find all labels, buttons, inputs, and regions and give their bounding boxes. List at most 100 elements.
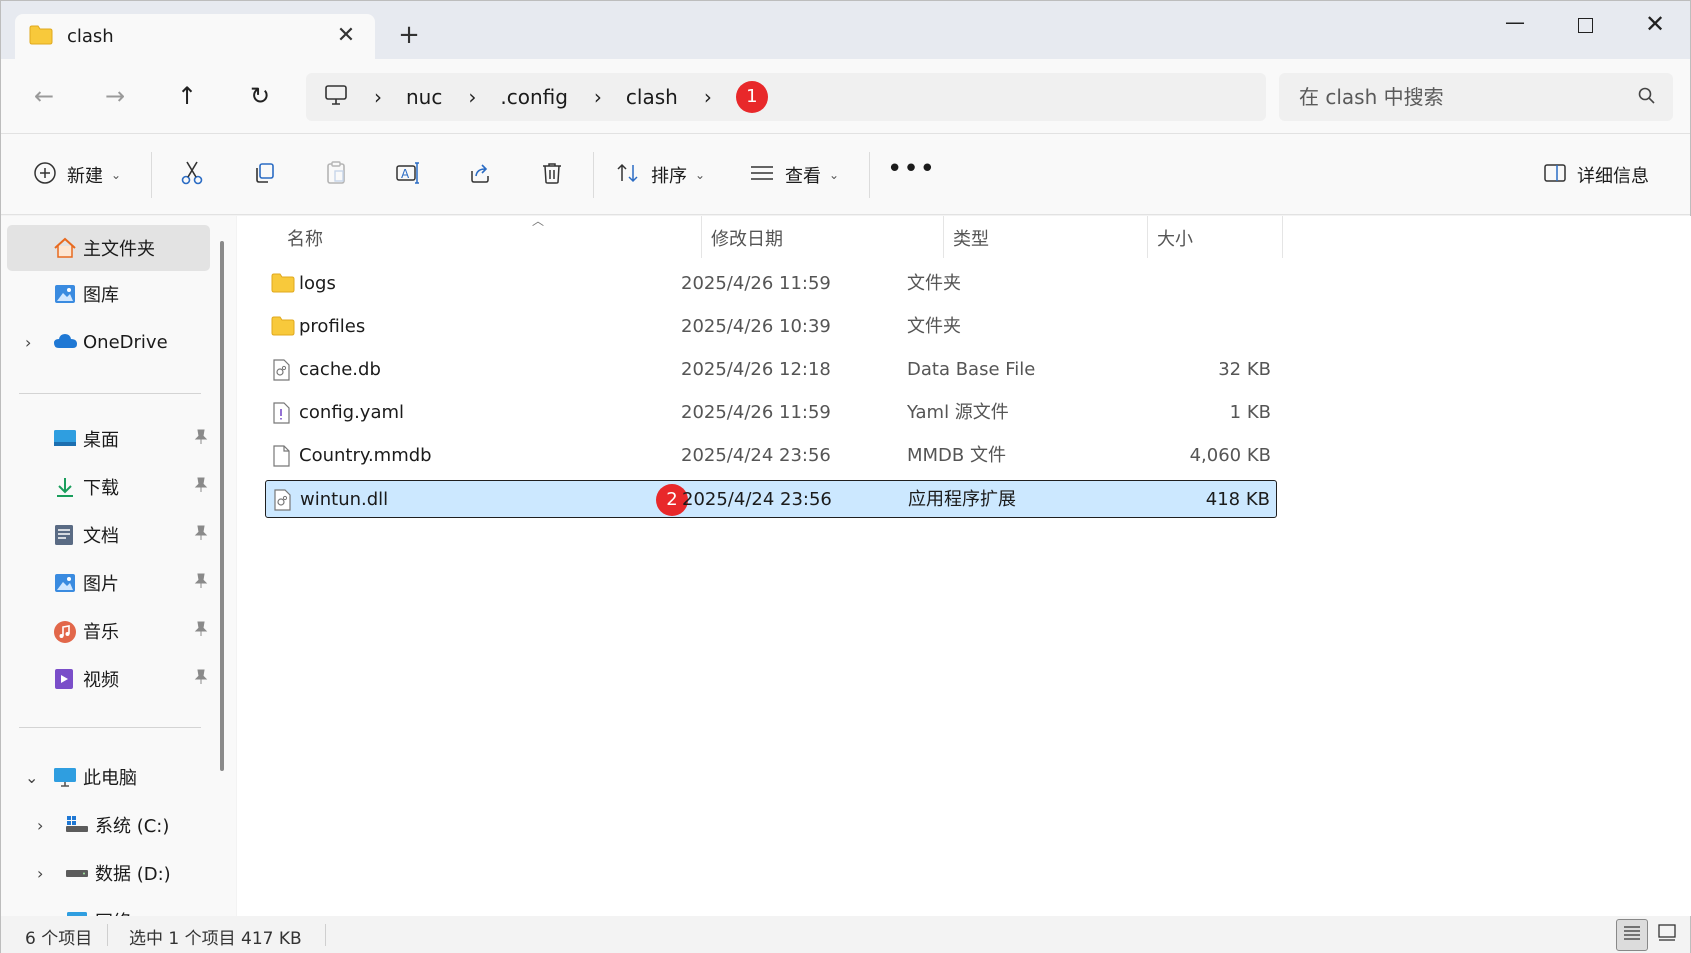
column-header-label: 大小	[1157, 229, 1193, 250]
cut-button[interactable]	[171, 154, 213, 196]
column-header-label: 类型	[953, 229, 989, 250]
desktop-icon	[53, 428, 77, 453]
search-box[interactable]	[1279, 73, 1673, 121]
pin-icon[interactable]	[194, 429, 208, 449]
sidebar-item-pictures[interactable]: 图片	[7, 560, 210, 606]
pin-icon[interactable]	[194, 669, 208, 689]
up-button[interactable]: ↑	[167, 77, 207, 117]
tiles-view-button[interactable]	[1651, 919, 1683, 951]
file-name: Country.mmdb	[299, 445, 432, 466]
column-header-date[interactable]: 修改日期	[711, 216, 931, 260]
sidebar-item-documents[interactable]: 文档	[7, 512, 210, 558]
breadcrumb-separator[interactable]: ›	[468, 85, 476, 109]
tab-clash[interactable]: clash ✕	[15, 14, 375, 59]
file-row[interactable]: config.yaml 2025/4/26 11:59 Yaml 源文件 1 K…	[265, 394, 1277, 432]
search-icon[interactable]	[1637, 86, 1657, 110]
forward-button[interactable]: →	[95, 77, 135, 117]
column-divider[interactable]	[1147, 216, 1148, 258]
chevron-right-icon[interactable]: ›	[25, 333, 31, 352]
share-button[interactable]	[459, 154, 501, 196]
column-header-name[interactable]: ︿ 名称	[287, 214, 687, 260]
details-pane-button[interactable]: 详细信息	[1543, 154, 1649, 196]
folder-icon	[271, 316, 295, 338]
column-divider[interactable]	[943, 216, 944, 258]
sidebar-item-drive-c[interactable]: › 系统 (C:)	[7, 802, 210, 848]
chevron-right-icon[interactable]: ›	[37, 816, 43, 835]
tiles-view-icon	[1657, 923, 1677, 947]
rename-icon: A	[395, 161, 421, 189]
minimize-button[interactable]: —	[1487, 9, 1543, 41]
refresh-button[interactable]: ↻	[240, 77, 280, 117]
sidebar-item-downloads[interactable]: 下载	[7, 464, 210, 510]
file-size: 32 KB	[1218, 359, 1271, 380]
rename-button[interactable]: A	[387, 154, 429, 196]
column-header-label: 名称	[287, 229, 323, 250]
breadcrumb-separator[interactable]: ›	[704, 85, 712, 109]
sidebar-item-this-pc[interactable]: ⌄ 此电脑	[7, 754, 210, 800]
breadcrumb-nuc[interactable]: nuc	[406, 85, 442, 109]
sidebar-item-label: 主文件夹	[83, 239, 155, 260]
home-icon	[53, 237, 77, 264]
chevron-down-icon[interactable]: ⌄	[25, 768, 38, 787]
column-divider[interactable]	[701, 216, 702, 258]
address-bar[interactable]: › nuc › .config › clash › 1	[306, 73, 1266, 121]
pin-icon[interactable]	[194, 621, 208, 641]
new-button[interactable]: 新建 ⌄	[33, 154, 121, 196]
file-row[interactable]: cache.db 2025/4/26 12:18 Data Base File …	[265, 351, 1277, 389]
search-input[interactable]	[1299, 85, 1619, 109]
sort-ascending-icon: ︿	[532, 214, 545, 228]
file-type: Data Base File	[907, 359, 1036, 380]
folder-icon	[29, 25, 53, 49]
command-bar: 新建 ⌄ A 排序 ⌄ 查看 ⌄ ••• 详细信息	[1, 133, 1690, 215]
sidebar-item-label: 图库	[83, 285, 119, 306]
sidebar-item-label: 视频	[83, 670, 119, 691]
delete-button[interactable]	[531, 154, 573, 196]
sidebar-item-network[interactable]: › 网络	[7, 898, 210, 916]
sidebar-item-videos[interactable]: 视频	[7, 656, 210, 702]
sidebar-item-home[interactable]: 主文件夹	[7, 225, 210, 271]
annotation-badge: 1	[735, 81, 768, 113]
file-row[interactable]: logs 2025/4/26 11:59 文件夹	[265, 265, 1277, 303]
more-options-button[interactable]: •••	[887, 154, 935, 196]
view-button[interactable]: 查看 ⌄	[749, 154, 839, 196]
maximize-button[interactable]	[1557, 9, 1613, 41]
file-row[interactable]: Country.mmdb 2025/4/24 23:56 MMDB 文件 4,0…	[265, 437, 1277, 475]
sidebar-item-desktop[interactable]: 桌面	[7, 416, 210, 462]
sidebar-item-drive-d[interactable]: › 数据 (D:)	[7, 850, 210, 896]
paste-button[interactable]	[315, 154, 357, 196]
sort-label: 排序	[651, 166, 687, 187]
file-row-selected[interactable]: wintun.dll 2 2025/4/24 23:56 应用程序扩展 418 …	[265, 480, 1277, 518]
new-tab-button[interactable]: +	[393, 21, 425, 53]
tab-close-icon[interactable]: ✕	[333, 24, 359, 50]
chevron-right-icon[interactable]: ›	[37, 864, 43, 883]
sort-button[interactable]: 排序 ⌄	[615, 154, 705, 196]
file-type: Yaml 源文件	[907, 402, 1009, 423]
sidebar-scrollbar[interactable]	[220, 241, 224, 771]
breadcrumb-separator[interactable]: ›	[374, 85, 382, 109]
computer-icon[interactable]	[324, 84, 348, 111]
file-date: 2025/4/24 23:56	[682, 489, 832, 510]
column-header-type[interactable]: 类型	[953, 216, 1143, 260]
back-button[interactable]: ←	[24, 77, 64, 117]
tab-title: clash	[67, 26, 114, 47]
copy-button[interactable]	[243, 154, 285, 196]
file-name: config.yaml	[299, 402, 405, 423]
pin-icon[interactable]	[194, 525, 208, 545]
breadcrumb-clash[interactable]: clash	[626, 85, 678, 109]
sidebar-item-music[interactable]: 音乐	[7, 608, 210, 654]
sidebar-item-onedrive[interactable]: › OneDrive	[7, 319, 210, 365]
pin-icon[interactable]	[194, 477, 208, 497]
explorer-window: clash ✕ + — ✕ ← → ↑ ↻ › nuc › .config › …	[0, 0, 1691, 953]
view-label: 查看	[785, 166, 821, 187]
pin-icon[interactable]	[194, 573, 208, 593]
file-icon	[271, 445, 291, 467]
file-row[interactable]: profiles 2025/4/26 10:39 文件夹	[265, 308, 1277, 346]
sidebar-item-gallery[interactable]: 图库	[7, 271, 210, 317]
column-divider[interactable]	[1282, 216, 1283, 258]
column-header-size[interactable]: 大小	[1157, 216, 1277, 260]
details-view-button[interactable]	[1616, 919, 1648, 951]
breadcrumb-config[interactable]: .config	[500, 85, 568, 109]
close-window-button[interactable]: ✕	[1627, 9, 1683, 41]
breadcrumb-separator[interactable]: ›	[594, 85, 602, 109]
file-name: logs	[299, 273, 336, 294]
